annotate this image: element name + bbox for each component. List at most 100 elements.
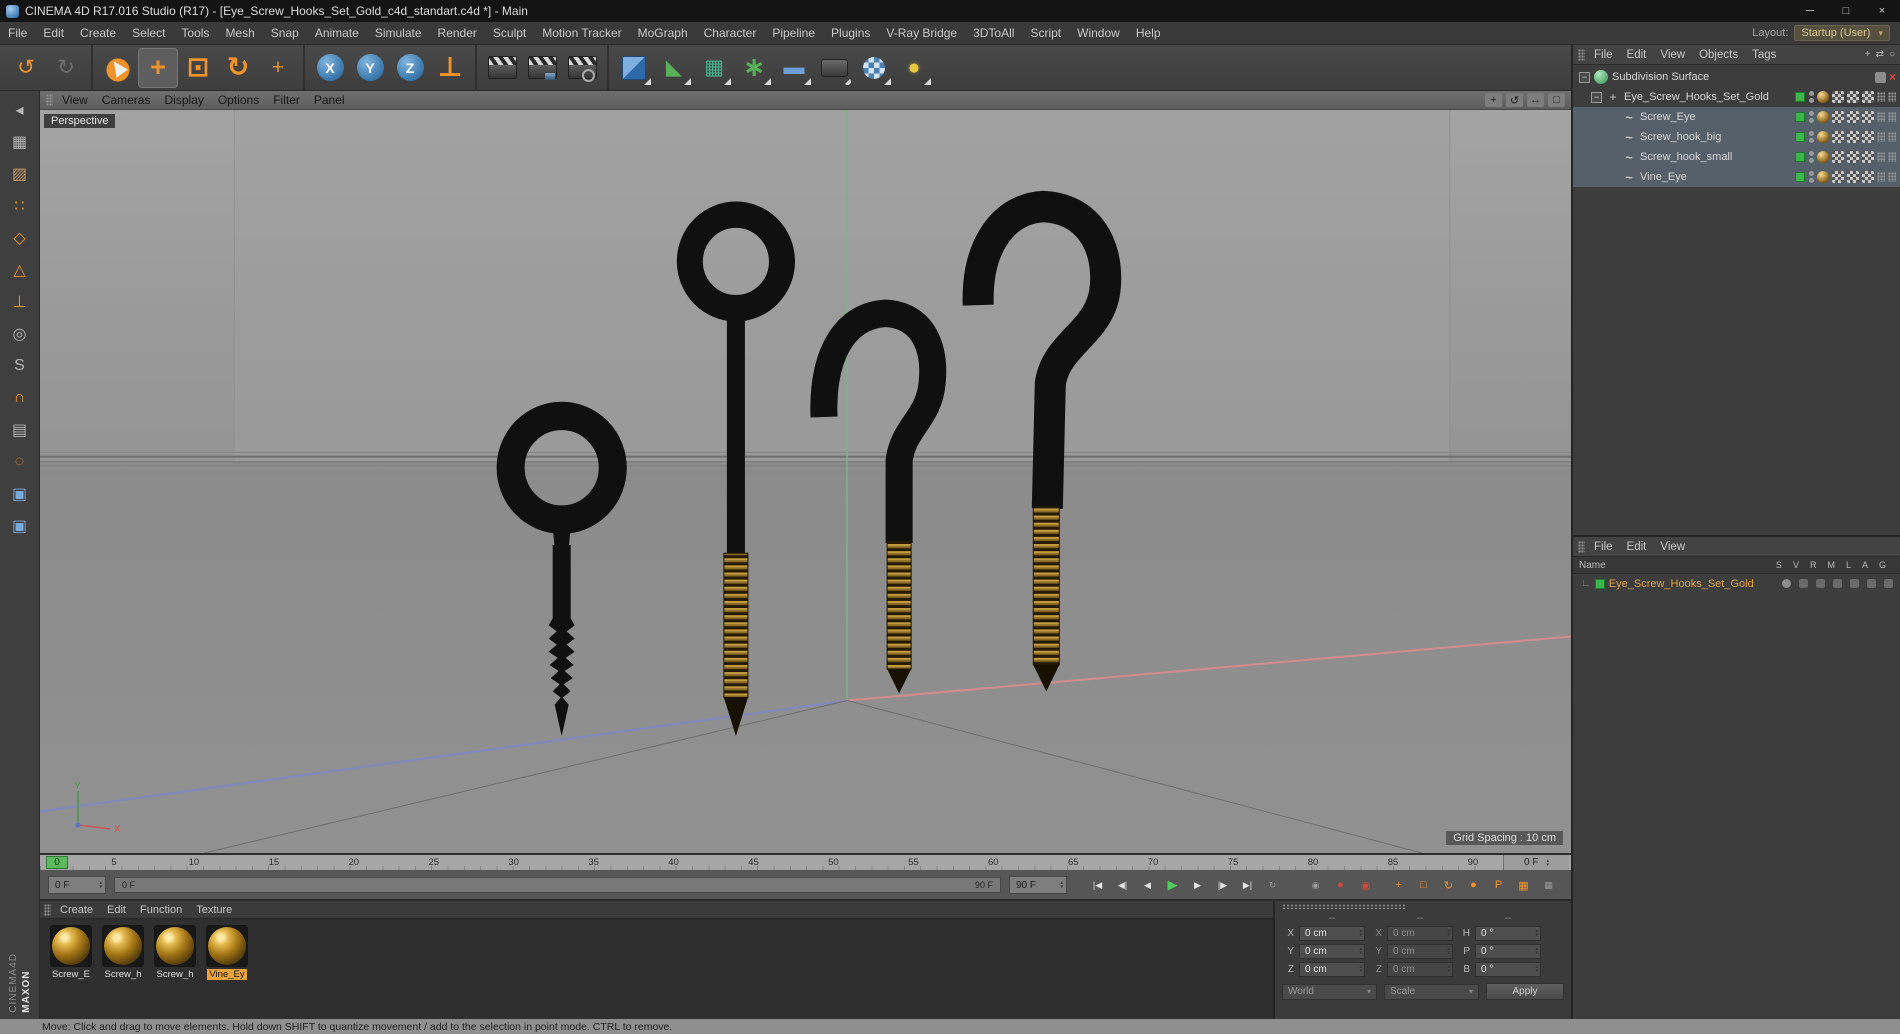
lock-y-axis-icon[interactable]: Y	[350, 48, 390, 88]
spinner-icon[interactable]	[1359, 929, 1362, 937]
scale-mode-dropdown[interactable]: Scale	[1384, 983, 1479, 1000]
expander-icon[interactable]	[1579, 71, 1590, 83]
render-picture-viewer-icon[interactable]	[522, 48, 562, 88]
tag-extra-icon[interactable]	[1877, 112, 1885, 122]
add-camera-icon[interactable]	[814, 48, 854, 88]
texture-tag-icon[interactable]	[1847, 131, 1859, 143]
material-preview-sphere[interactable]	[50, 925, 92, 967]
material-tag-icon[interactable]	[1817, 111, 1829, 123]
tag-extra-icon[interactable]	[1888, 172, 1896, 182]
object-manager-menu-item[interactable]: View	[1653, 49, 1692, 61]
menubar-item[interactable]: File	[0, 26, 35, 40]
material-preview-sphere[interactable]	[154, 925, 196, 967]
spinner-icon[interactable]	[1447, 947, 1450, 955]
object-manager-menu-item[interactable]: Objects	[1692, 49, 1745, 61]
add-spline-icon[interactable]: ◣	[654, 48, 694, 88]
layer-manager-menu-item[interactable]: View	[1653, 541, 1692, 553]
object-tree-row[interactable]: Eye_Screw_Hooks_Set_Gold ×	[1573, 87, 1900, 107]
object-name[interactable]: Subdivision Surface	[1612, 71, 1709, 83]
tag-extra-icon[interactable]	[1888, 132, 1896, 142]
menubar-item[interactable]: 3DToAll	[965, 26, 1022, 40]
current-frame-field[interactable]: 0 F	[1503, 855, 1569, 870]
visibility-dots-icon[interactable]	[1808, 170, 1814, 184]
close-button[interactable]: ×	[1864, 0, 1900, 22]
tag-extra-icon[interactable]	[1888, 112, 1896, 122]
add-light-icon[interactable]: ●	[894, 48, 934, 88]
tag-extra-icon[interactable]	[1888, 92, 1896, 102]
loop-button[interactable]: ↻	[1260, 875, 1285, 895]
move-tool-icon[interactable]: +	[138, 47, 178, 88]
orbit-view-icon[interactable]: ↺	[1506, 93, 1523, 107]
coordinate-system-icon[interactable]: ⊥	[430, 48, 470, 88]
object-tree-row[interactable]: Subdivision Surface ×	[1573, 67, 1900, 87]
search-icon[interactable]: ○	[1889, 49, 1895, 60]
texture-tag-icon[interactable]	[1862, 111, 1874, 123]
viewport-menu-item[interactable]: Filter	[266, 93, 307, 107]
timeline-ruler[interactable]: 0 5 10 15 20 25 30 35 40 45 50 55 60 65 70 75 80 85 90 0 …	[40, 853, 1571, 871]
scale-tool-icon[interactable]: ⊡	[178, 48, 218, 88]
viewport-menu-item[interactable]: Display	[157, 93, 210, 107]
add-sky-icon[interactable]	[854, 48, 894, 88]
spinner-icon[interactable]	[1535, 965, 1538, 973]
next-frame-button[interactable]: ▶	[1185, 875, 1210, 895]
visibility-dots-icon[interactable]	[1808, 90, 1814, 104]
object-manager-menu-item[interactable]: Edit	[1620, 49, 1654, 61]
layer-color-chip[interactable]	[1795, 112, 1805, 122]
material-tag-icon[interactable]	[1817, 151, 1829, 163]
render-view-icon[interactable]	[482, 48, 522, 88]
object-manager-menu-item[interactable]: Tags	[1745, 49, 1783, 61]
rotation-h-field[interactable]: 0 °	[1475, 925, 1541, 941]
layer-row[interactable]: Eye_Screw_Hooks_Set_Gold	[1573, 574, 1900, 593]
menubar-item[interactable]: MoGraph	[630, 26, 696, 40]
add-subdivision-surface-icon[interactable]: ▦	[694, 48, 734, 88]
viewport-canvas[interactable]: Perspective Grid Spacing : 10 cm Y X	[40, 110, 1571, 853]
enabled-toggle-icon[interactable]	[1874, 71, 1886, 83]
visibility-dots-icon[interactable]	[1808, 110, 1814, 124]
viewport-solo-icon[interactable]: ◎	[4, 319, 36, 349]
texture-tag-icon[interactable]	[1832, 111, 1844, 123]
next-key-button[interactable]: |▶	[1210, 875, 1235, 895]
object-name[interactable]: Vine_Eye	[1640, 171, 1687, 183]
menubar-item[interactable]: Sculpt	[485, 26, 534, 40]
texture-tag-icon[interactable]	[1832, 151, 1844, 163]
spinner-icon[interactable]	[1359, 965, 1362, 973]
object-name[interactable]: Screw_hook_small	[1640, 151, 1732, 163]
layer-view-icon[interactable]	[1799, 579, 1808, 588]
record-pla-icon[interactable]: ●	[1461, 875, 1486, 895]
menubar-item[interactable]: Mesh	[217, 26, 262, 40]
texture-tag-icon[interactable]	[1847, 171, 1859, 183]
material-item[interactable]: Vine_Ey	[204, 925, 250, 980]
rotate-tool-icon[interactable]: ↻	[218, 48, 258, 88]
layer-generators-icon[interactable]	[1884, 579, 1893, 588]
enable-axis-icon[interactable]: ⊥	[4, 287, 36, 317]
texture-mode-icon[interactable]: ▨	[4, 159, 36, 189]
material-menu-item[interactable]: Function	[133, 904, 189, 916]
layer-color-chip[interactable]	[1795, 92, 1805, 102]
object-name[interactable]: Screw_hook_big	[1640, 131, 1721, 143]
coordinate-mode-dropdown[interactable]: World	[1282, 983, 1377, 1000]
layer-manager-icon[interactable]	[1833, 579, 1842, 588]
layer-manager-menu-item[interactable]: File	[1587, 541, 1620, 553]
size-z-field[interactable]: 0 cm	[1387, 961, 1453, 977]
play-button[interactable]: ▶	[1160, 875, 1185, 895]
visibility-dots-icon[interactable]	[1808, 130, 1814, 144]
spinner-icon[interactable]	[1546, 859, 1549, 867]
viewport-menu-item[interactable]: Options	[211, 93, 266, 107]
scene-3d[interactable]	[40, 110, 1571, 853]
drag-handle-icon[interactable]	[44, 903, 51, 916]
timeline-layout-icon[interactable]: ▦	[1536, 875, 1561, 895]
goto-start-button[interactable]: |◀	[1085, 875, 1110, 895]
filter-icon[interactable]: ⇄	[1876, 49, 1884, 60]
tag-extra-icon[interactable]	[1888, 152, 1896, 162]
material-menu-item[interactable]: Texture	[189, 904, 239, 916]
spinner-icon[interactable]	[1447, 929, 1450, 937]
lock-z-axis-icon[interactable]: Z	[390, 48, 430, 88]
menubar-item[interactable]: Tools	[173, 26, 217, 40]
material-tag-icon[interactable]	[1817, 171, 1829, 183]
material-item[interactable]: Screw_h	[100, 925, 146, 980]
record-position-icon[interactable]: +	[1386, 875, 1411, 895]
position-x-field[interactable]: 0 cm	[1299, 925, 1365, 941]
material-menu-item[interactable]: Create	[53, 904, 100, 916]
menubar-item[interactable]: Character	[696, 26, 765, 40]
record-button[interactable]: ●	[1328, 875, 1353, 895]
